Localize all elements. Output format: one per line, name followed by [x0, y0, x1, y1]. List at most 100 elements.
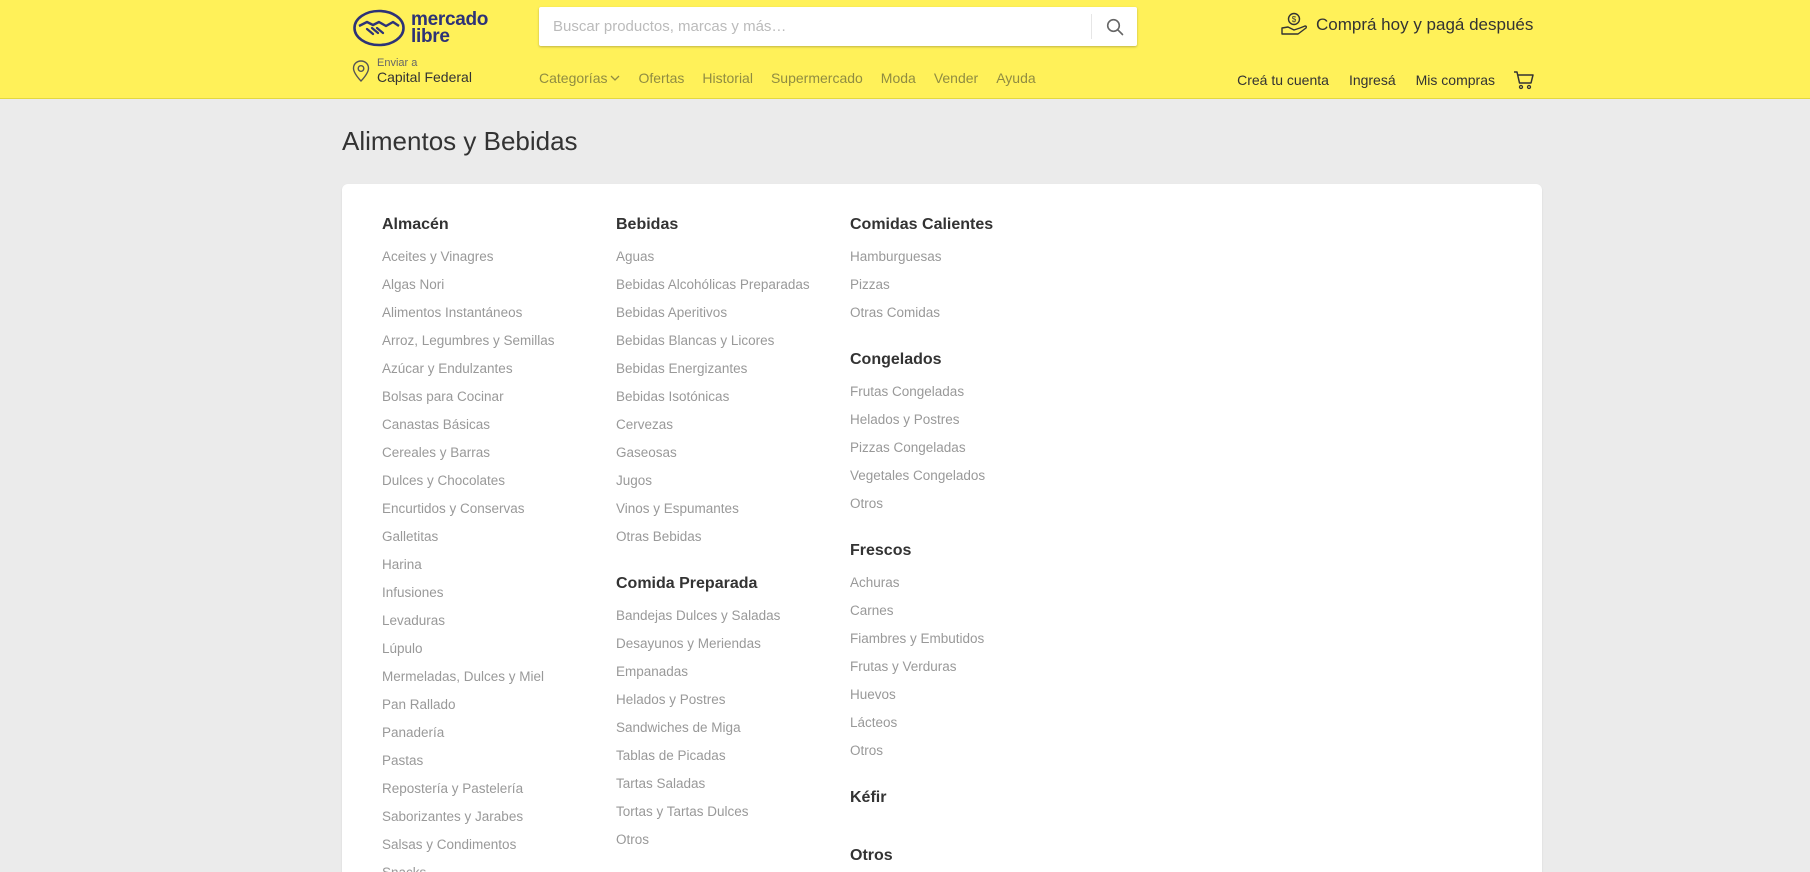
subcategory-link[interactable]: Galletitas [382, 528, 612, 556]
subcategory-link[interactable]: Bebidas Aperitivos [616, 304, 846, 332]
page-title: Alimentos y Bebidas [342, 126, 578, 156]
subcategory-link[interactable]: Infusiones [382, 584, 612, 612]
main-nav: Categorías Ofertas Historial Supermercad… [539, 70, 1036, 86]
subcategory-link[interactable]: Salsas y Condimentos [382, 836, 612, 864]
category-title[interactable]: Otros [850, 846, 1080, 872]
subcategory-link[interactable]: Fiambres y Embutidos [850, 630, 1080, 658]
subcategory-link[interactable]: Canastas Básicas [382, 416, 612, 444]
category-title[interactable]: Kéfir [850, 788, 1080, 821]
subcategory-link[interactable]: Aceites y Vinagres [382, 248, 612, 276]
subcategory-link[interactable]: Arroz, Legumbres y Semillas [382, 332, 612, 360]
subcategory-link[interactable]: Achuras [850, 574, 1080, 602]
category-title[interactable]: Comidas Calientes [850, 215, 1080, 248]
category-group: Bebidas Aguas Bebidas Alcohólicas Preparad… [616, 215, 846, 556]
login-link[interactable]: Ingresá [1349, 72, 1396, 88]
category-group: Congelados Frutas Congeladas Helados y Pos… [850, 350, 1080, 523]
category-title[interactable]: Almacén [382, 215, 612, 248]
nav-ofertas[interactable]: Ofertas [638, 70, 684, 86]
cart-button[interactable] [1513, 70, 1535, 90]
subcategory-link[interactable]: Aguas [616, 248, 846, 276]
category-column: Comidas Calientes Hamburguesas Pizzas Otras… [850, 215, 1080, 872]
category-group: Frescos Achuras Carnes Fiambres y Embutidos… [850, 541, 1080, 770]
subcategory-link[interactable]: Hamburguesas [850, 248, 1080, 276]
subcategory-link[interactable]: Otras Bebidas [616, 528, 846, 556]
nav-historial[interactable]: Historial [702, 70, 753, 86]
search-button[interactable] [1091, 14, 1137, 39]
shipping-location[interactable]: Enviar a Capital Federal [351, 57, 472, 85]
subcategory-link[interactable]: Otras Comidas [850, 304, 1080, 332]
location-value: Capital Federal [377, 69, 472, 85]
subcategory-link[interactable]: Empanadas [616, 663, 846, 691]
location-label: Enviar a [377, 57, 418, 69]
category-title[interactable]: Comida Preparada [616, 574, 846, 607]
subcategory-link[interactable]: Otros [850, 495, 1080, 523]
subcategory-link[interactable]: Panadería [382, 724, 612, 752]
subcategory-link[interactable]: Bebidas Blancas y Licores [616, 332, 846, 360]
create-account-link[interactable]: Creá tu cuenta [1237, 72, 1329, 88]
logo-text: mercado libre [411, 9, 489, 47]
subcategory-link[interactable]: Harina [382, 556, 612, 584]
category-group: Kéfir [850, 788, 1080, 821]
my-purchases-link[interactable]: Mis compras [1416, 72, 1495, 88]
chevron-down-icon [611, 75, 620, 81]
subcategory-link[interactable]: Azúcar y Endulzantes [382, 360, 612, 388]
subcategory-link[interactable]: Desayunos y Meriendas [616, 635, 846, 663]
subcategory-link[interactable]: Saborizantes y Jarabes [382, 808, 612, 836]
subcategory-link[interactable]: Lúpulo [382, 640, 612, 668]
nav-ayuda[interactable]: Ayuda [996, 70, 1035, 86]
subcategory-link[interactable]: Pastas [382, 752, 612, 780]
subcategory-link[interactable]: Encurtidos y Conservas [382, 500, 612, 528]
subcategory-link[interactable]: Otros [850, 742, 1080, 770]
subcategory-link[interactable]: Sandwiches de Miga [616, 719, 846, 747]
subcategory-link[interactable]: Repostería y Pastelería [382, 780, 612, 808]
nav-vender[interactable]: Vender [934, 70, 978, 86]
subcategory-link[interactable]: Algas Nori [382, 276, 612, 304]
subcategory-link[interactable]: Carnes [850, 602, 1080, 630]
subcategory-link[interactable]: Pizzas [850, 276, 1080, 304]
subcategory-link[interactable]: Frutas Congeladas [850, 383, 1080, 411]
subcategory-link[interactable]: Jugos [616, 472, 846, 500]
category-group: Comida Preparada Bandejas Dulces y Salada… [616, 574, 846, 859]
nav-categorias[interactable]: Categorías [539, 70, 620, 86]
promo-text: Comprá hoy y pagá después [1316, 15, 1534, 34]
nav-categorias-label: Categorías [539, 70, 608, 86]
subcategory-link[interactable]: Tartas Saladas [616, 775, 846, 803]
subcategory-link[interactable]: Helados y Postres [616, 691, 846, 719]
subcategory-link[interactable]: Bolsas para Cocinar [382, 388, 612, 416]
category-title[interactable]: Frescos [850, 541, 1080, 574]
mercadolibre-logo[interactable]: mercado libre [353, 8, 491, 48]
subcategory-link[interactable]: Pan Rallado [382, 696, 612, 724]
subcategory-link[interactable]: Alimentos Instantáneos [382, 304, 612, 332]
subcategory-link[interactable]: Vinos y Espumantes [616, 500, 846, 528]
subcategory-link[interactable]: Frutas y Verduras [850, 658, 1080, 686]
subcategory-link[interactable]: Mermeladas, Dulces y Miel [382, 668, 612, 696]
subcategory-link[interactable]: Gaseosas [616, 444, 846, 472]
subcategory-link[interactable]: Tortas y Tartas Dulces [616, 803, 846, 831]
search-input[interactable] [539, 7, 1091, 46]
subcategory-link[interactable]: Levaduras [382, 612, 612, 640]
subcategory-link[interactable]: Bebidas Alcohólicas Preparadas [616, 276, 846, 304]
subcategory-link[interactable]: Bebidas Isotónicas [616, 388, 846, 416]
subcategory-link[interactable]: Cervezas [616, 416, 846, 444]
subcategory-link[interactable]: Dulces y Chocolates [382, 472, 612, 500]
category-column: Almacén Aceites y Vinagres Algas Nori Alime… [382, 215, 612, 872]
cart-icon [1514, 71, 1534, 90]
subcategory-link[interactable]: Lácteos [850, 714, 1080, 742]
nav-moda[interactable]: Moda [881, 70, 916, 86]
location-pin-icon [352, 60, 370, 82]
subcategory-link[interactable]: Otros [616, 831, 846, 859]
header: mercado libre $ Comprá hoy y pagá despué… [0, 0, 1810, 99]
subcategory-link[interactable]: Tablas de Picadas [616, 747, 846, 775]
category-title[interactable]: Bebidas [616, 215, 846, 248]
subcategory-link[interactable]: Bandejas Dulces y Saladas [616, 607, 846, 635]
promo-banner[interactable]: $ Comprá hoy y pagá después [1280, 12, 1533, 38]
subcategory-link[interactable]: Huevos [850, 686, 1080, 714]
subcategory-link[interactable]: Vegetales Congelados [850, 467, 1080, 495]
category-title[interactable]: Congelados [850, 350, 1080, 383]
subcategory-link[interactable]: Snacks [382, 864, 612, 872]
subcategory-link[interactable]: Bebidas Energizantes [616, 360, 846, 388]
nav-supermercado[interactable]: Supermercado [771, 70, 863, 86]
subcategory-link[interactable]: Pizzas Congeladas [850, 439, 1080, 467]
subcategory-link[interactable]: Helados y Postres [850, 411, 1080, 439]
subcategory-link[interactable]: Cereales y Barras [382, 444, 612, 472]
